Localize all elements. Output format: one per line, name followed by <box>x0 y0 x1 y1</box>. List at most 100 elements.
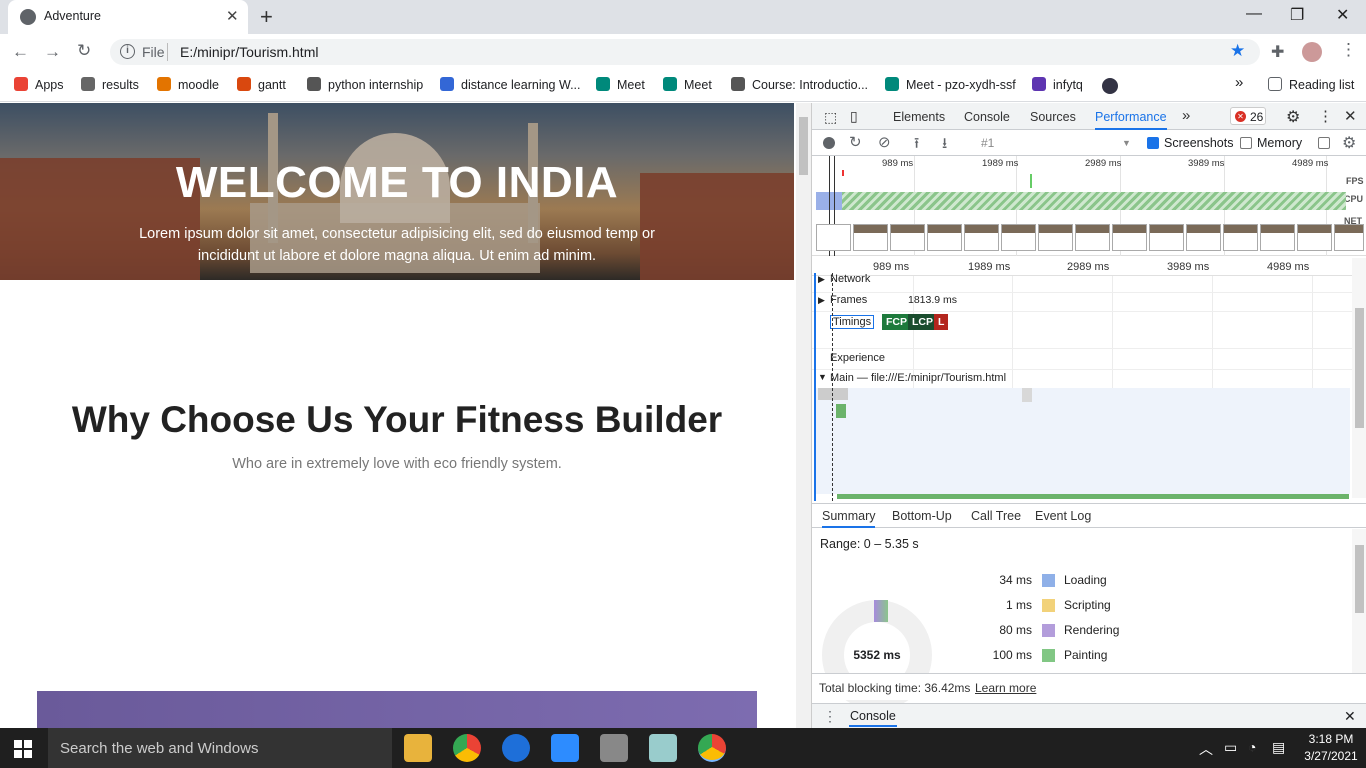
screenshot-thumb[interactable] <box>1260 224 1295 251</box>
recording-select[interactable]: #1 ▼ <box>981 136 1131 150</box>
scrollbar-thumb[interactable] <box>1355 545 1364 613</box>
tab-performance[interactable]: Performance <box>1095 110 1167 130</box>
flame-event[interactable] <box>1022 388 1032 402</box>
screenshot-thumb[interactable] <box>853 224 888 251</box>
tab-summary[interactable]: Summary <box>822 509 876 528</box>
download-icon[interactable]: ⭳ <box>942 133 947 158</box>
bookmark-meet-2[interactable]: Meet <box>663 77 712 92</box>
app-icon[interactable] <box>649 734 677 762</box>
screenshot-thumb[interactable] <box>1223 224 1258 251</box>
close-window-button[interactable]: ✕ <box>1336 5 1349 25</box>
screenshot-thumb[interactable] <box>816 224 851 251</box>
bookmark-infytq[interactable]: infytq <box>1032 77 1083 92</box>
scrollbar-thumb[interactable] <box>799 117 808 175</box>
screenshot-thumb[interactable] <box>1149 224 1184 251</box>
reading-list[interactable]: Reading list <box>1268 77 1354 92</box>
memory-checkbox[interactable]: Memory <box>1240 136 1302 150</box>
close-tab-icon[interactable]: ✕ <box>226 7 239 25</box>
new-tab-button[interactable]: + <box>260 4 273 30</box>
learn-more-link[interactable]: Learn more <box>975 681 1036 695</box>
track-frames[interactable]: ▶ Frames 1813.9 ms <box>812 292 1352 312</box>
bookmark-distance-learning[interactable]: distance learning W... <box>440 77 581 92</box>
info-icon[interactable]: i <box>120 44 135 59</box>
flame-event[interactable] <box>818 388 848 400</box>
timeline-scrollbar[interactable] <box>1352 258 1366 498</box>
app-icon[interactable] <box>600 734 628 762</box>
scrollbar-thumb[interactable] <box>1355 308 1364 428</box>
track-experience[interactable]: Experience <box>812 348 1352 368</box>
screenshot-thumb[interactable] <box>1297 224 1332 251</box>
bookmark-gantt[interactable]: gantt <box>237 77 286 92</box>
forward-button[interactable]: → <box>44 42 61 62</box>
drawer-menu-icon[interactable]: ⋮ <box>823 708 837 725</box>
screenshots-checkbox[interactable]: Screenshots <box>1147 136 1233 150</box>
page-scrollbar[interactable] <box>796 103 811 728</box>
url-text[interactable]: E:/minipr/Tourism.html <box>180 44 318 60</box>
extensions-icon[interactable]: ✚ <box>1271 42 1284 62</box>
lcp-marker[interactable]: LCP <box>908 314 937 330</box>
expand-icon[interactable]: ▶ <box>818 274 825 285</box>
screenshot-thumb[interactable] <box>1186 224 1221 251</box>
bookmark-meet-1[interactable]: Meet <box>596 77 645 92</box>
bookmark-meet-pzo[interactable]: Meet - pzo-xydh-ssf <box>885 77 1016 92</box>
tab-event-log[interactable]: Event Log <box>1035 509 1091 523</box>
flame-event[interactable] <box>836 404 846 418</box>
more-tabs-icon[interactable]: » <box>1182 107 1190 124</box>
tab-adventure[interactable]: Adventure ✕ <box>8 0 248 34</box>
edge-icon[interactable] <box>502 734 530 762</box>
screenshot-thumb[interactable] <box>964 224 999 251</box>
file-explorer-icon[interactable] <box>404 734 432 762</box>
track-network[interactable]: ▶ Network <box>812 273 1352 293</box>
bookmark-moodle[interactable]: moodle <box>157 77 219 92</box>
screenshot-thumb[interactable] <box>890 224 925 251</box>
screenshot-thumb[interactable] <box>1112 224 1147 251</box>
taskbar-search[interactable]: Search the web and Windows <box>48 728 392 768</box>
devtools-menu-icon[interactable]: ⋮ <box>1318 107 1333 125</box>
close-drawer-icon[interactable]: ✕ <box>1344 708 1356 725</box>
device-toolbar-icon[interactable]: ▯ <box>850 108 858 125</box>
address-bar[interactable]: i File E:/minipr/Tourism.html ★ <box>110 39 1260 65</box>
back-button[interactable]: ← <box>12 42 29 62</box>
battery-icon[interactable]: ▭ <box>1224 739 1237 756</box>
timeline-overview[interactable]: 989 ms 1989 ms 2989 ms 3989 ms 4989 ms F… <box>812 156 1366 256</box>
notifications-icon[interactable]: ▤ <box>1272 739 1285 756</box>
expand-icon[interactable]: ▶ <box>818 295 825 306</box>
screenshot-thumb[interactable] <box>1075 224 1110 251</box>
capture-settings-icon[interactable]: ⚙ <box>1342 133 1356 153</box>
screenshot-thumb[interactable] <box>927 224 962 251</box>
error-counter[interactable]: ✕ 26 <box>1230 107 1266 125</box>
close-devtools-icon[interactable]: ✕ <box>1344 107 1357 125</box>
inspect-icon[interactable]: ⬚ <box>824 109 837 126</box>
windows-start-icon[interactable] <box>14 740 32 758</box>
drawer-tab-console[interactable]: Console <box>849 709 897 727</box>
clear-icon[interactable]: ⊘ <box>878 133 891 151</box>
chrome-icon[interactable] <box>453 734 481 762</box>
summary-scrollbar[interactable] <box>1352 529 1366 673</box>
reload-button[interactable]: ↻ <box>77 41 91 61</box>
screenshot-thumb[interactable] <box>1038 224 1073 251</box>
track-main[interactable]: ▼ Main — file:///E:/minipr/Tourism.html <box>812 369 1352 389</box>
zoom-icon[interactable] <box>551 734 579 762</box>
upload-icon[interactable]: ⭱ <box>914 133 919 158</box>
bookmark-course[interactable]: Course: Introductio... <box>731 77 868 92</box>
record-icon[interactable] <box>823 137 835 149</box>
tab-sources[interactable]: Sources <box>1030 110 1076 124</box>
settings-icon[interactable]: ⚙ <box>1286 107 1300 127</box>
chrome-profile-icon[interactable] <box>698 734 726 762</box>
tab-call-tree[interactable]: Call Tree <box>971 509 1021 523</box>
bookmark-extra-icon[interactable] <box>1102 78 1118 94</box>
restore-button[interactable]: ❐ <box>1290 5 1304 25</box>
tab-console[interactable]: Console <box>964 110 1010 124</box>
wifi-icon[interactable]: ◔ <box>1248 739 1256 755</box>
bookmark-results[interactable]: results <box>81 77 139 92</box>
fcp-marker[interactable]: FCP <box>882 314 911 330</box>
tab-bottom-up[interactable]: Bottom-Up <box>892 509 952 523</box>
tab-elements[interactable]: Elements <box>893 110 945 124</box>
menu-icon[interactable]: ⋮ <box>1340 40 1357 60</box>
minimize-button[interactable]: — <box>1246 5 1262 23</box>
main-thread-flamechart[interactable] <box>814 388 1350 494</box>
track-timings[interactable]: Timings FCP LCP L <box>812 311 1352 348</box>
clock[interactable]: 3:18 PM 3/27/2021 <box>1298 731 1364 765</box>
screenshot-thumb[interactable] <box>1334 224 1364 251</box>
bookmark-apps[interactable]: Apps <box>14 77 64 92</box>
